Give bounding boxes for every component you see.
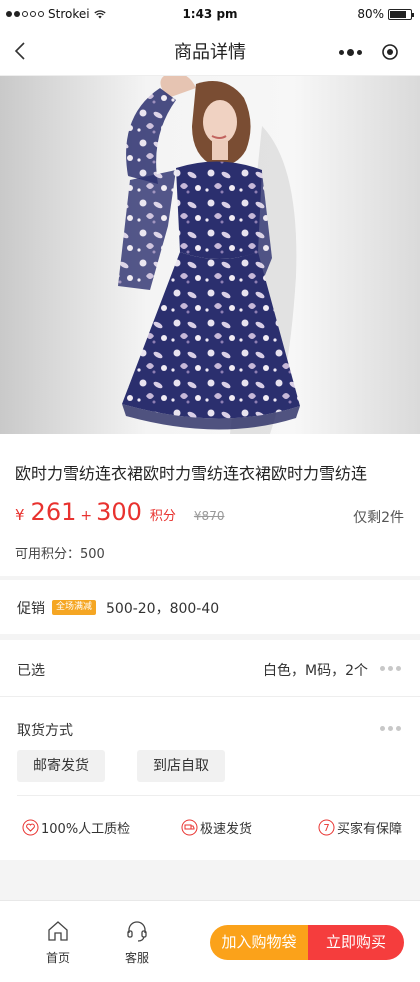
more-icon[interactable] — [330, 36, 370, 68]
selected-label: 已选 — [17, 663, 45, 679]
bottom-action-bar: 首页 客服 加入购物袋 立即购买 — [0, 900, 420, 982]
guarantee-shipping: 极速发货 — [181, 818, 252, 837]
guarantee-buyer: 7 买家有保障 — [318, 818, 402, 837]
battery-percent: 80% — [357, 7, 384, 21]
price-plus: + — [80, 508, 93, 524]
capsule-menu — [330, 36, 410, 68]
truck-icon — [181, 819, 198, 836]
tab-home-label: 首页 — [45, 951, 70, 965]
battery-level — [390, 10, 406, 18]
promotion-text: 500-20，800-40 — [106, 601, 220, 617]
seven-day-return-icon: 7 — [318, 819, 335, 836]
points-value: 300 — [96, 498, 142, 526]
status-right: 80% — [357, 7, 414, 21]
status-bar: Strokei 1:43 pm 80% — [0, 0, 420, 28]
dress-model-illustration — [118, 76, 300, 434]
home-icon — [48, 921, 68, 941]
price-value: 261 — [30, 498, 77, 526]
currency-symbol: ¥ — [15, 506, 25, 524]
stock-remaining: 仅剩2件 — [353, 510, 404, 526]
selected-value: 白色，M码，2个 — [263, 663, 368, 679]
buy-now-button[interactable]: 立即购买 — [308, 925, 404, 960]
divider — [17, 795, 420, 796]
heart-shield-icon — [22, 819, 39, 836]
tab-service[interactable]: 客服 — [117, 919, 157, 966]
price-row: ¥ 261 + 300 积分 ¥870 — [15, 498, 224, 526]
guarantee-quality: 100%人工质检 — [22, 818, 130, 837]
selected-spec-row[interactable]: 已选 白色，M码，2个 — [0, 640, 420, 697]
pickup-option-store[interactable]: 到店自取 — [137, 750, 225, 782]
pickup-option-mail[interactable]: 邮寄发货 — [17, 750, 105, 782]
product-image[interactable] — [0, 76, 420, 434]
original-price: ¥870 — [193, 509, 225, 523]
add-to-cart-button[interactable]: 加入购物袋 — [210, 925, 308, 960]
promotion-row[interactable]: 促销 全场满减 500-20，800-40 — [0, 580, 420, 634]
options-section: 已选 白色，M码，2个 取货方式 邮寄发货 到店自取 100%人工质检 极速发货… — [0, 640, 420, 860]
pickup-more-icon[interactable] — [380, 726, 402, 731]
return-days-number: 7 — [323, 823, 329, 834]
product-title: 欧时力雪纺连衣裙欧时力雪纺连衣裙欧时力雪纺连 — [15, 464, 368, 483]
tab-service-label: 客服 — [124, 951, 149, 965]
headset-icon — [127, 921, 147, 942]
promotion-badge: 全场满减 — [52, 600, 97, 615]
tab-home[interactable]: 首页 — [38, 919, 78, 966]
more-dots-icon[interactable] — [380, 666, 402, 671]
nav-bar: 商品详情 — [0, 28, 420, 76]
product-info: 欧时力雪纺连衣裙欧时力雪纺连衣裙欧时力雪纺连 ¥ 261 + 300 积分 ¥8… — [0, 434, 420, 576]
guarantee-buyer-label: 买家有保障 — [337, 822, 403, 837]
pickup-label: 取货方式 — [17, 723, 73, 739]
available-points: 可用积分：500 — [15, 547, 105, 562]
guarantee-quality-label: 100%人工质检 — [41, 822, 131, 837]
guarantee-shipping-label: 极速发货 — [200, 822, 253, 837]
points-label: 积分 — [149, 509, 176, 524]
promotion-label: 促销 — [17, 601, 45, 617]
close-miniprogram-icon[interactable] — [370, 36, 410, 68]
battery-icon — [388, 8, 414, 20]
